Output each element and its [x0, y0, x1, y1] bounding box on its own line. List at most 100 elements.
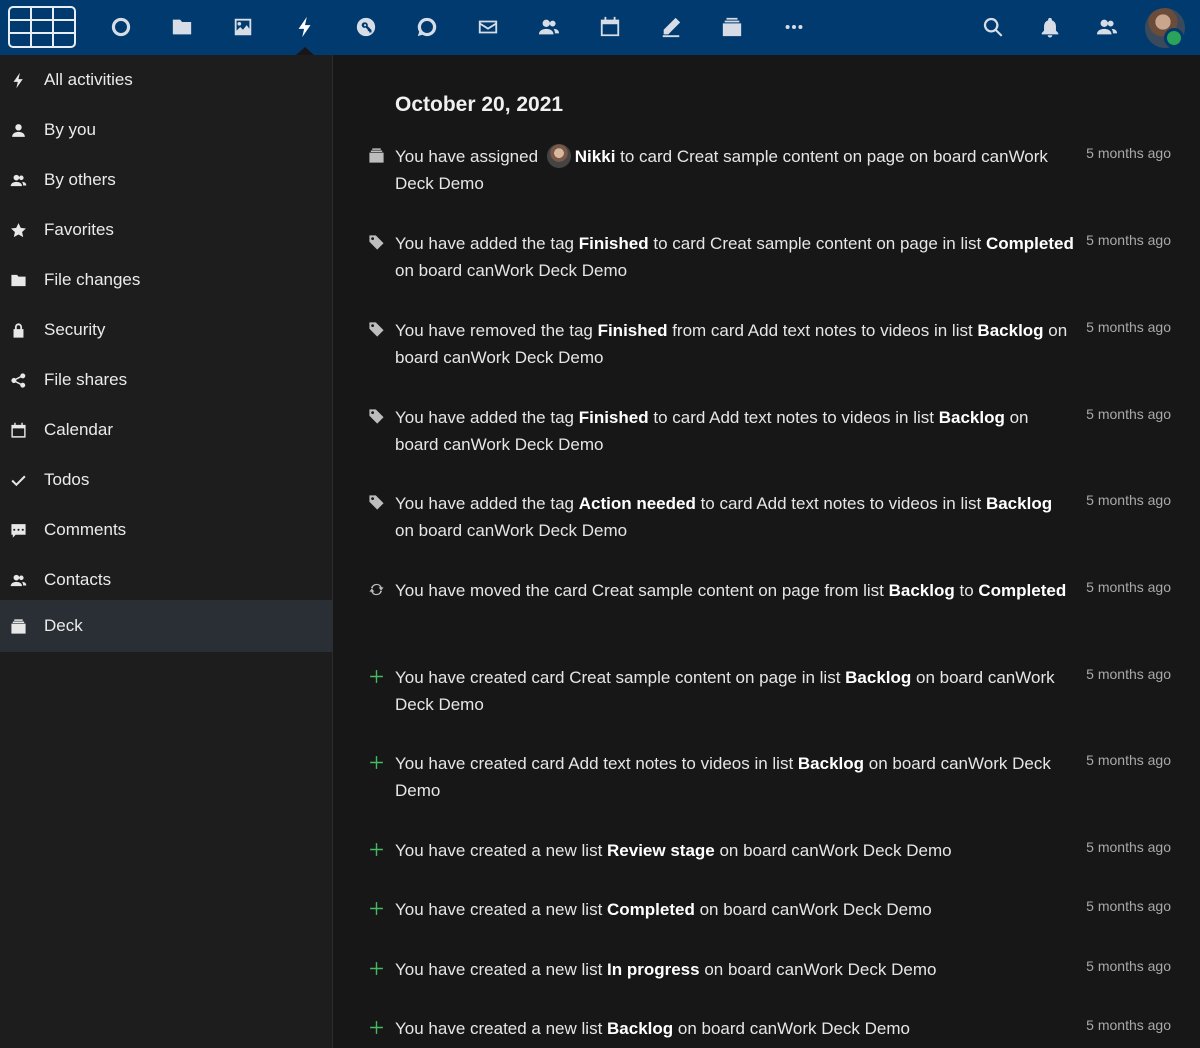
activity-highlight: Backlog	[888, 581, 955, 600]
deck-icon	[367, 146, 385, 164]
lock-icon	[9, 321, 27, 339]
sidebar-item-favorites[interactable]: Favorites	[0, 205, 333, 255]
activity-highlight: Finished	[597, 321, 668, 340]
more-apps-icon[interactable]	[777, 10, 811, 44]
notes-icon[interactable]	[654, 10, 688, 44]
activity-stream: October 20, 2021 You have assigned Nikki…	[334, 55, 1200, 1048]
tag-icon	[367, 233, 385, 251]
activity-text-run: You have created a new list	[395, 1019, 608, 1038]
dashboard-icon[interactable]	[104, 10, 138, 44]
activity-highlight: Nikki	[574, 147, 616, 166]
activity-highlight: Backlog	[845, 668, 912, 687]
header-bar	[0, 0, 1200, 55]
activity-icon[interactable]	[288, 10, 322, 44]
activity-text-run: You have removed the tag	[395, 321, 598, 340]
plus-icon	[367, 753, 385, 771]
tag-icon	[367, 320, 385, 338]
sidebar-item-calendar[interactable]: Calendar	[0, 405, 333, 455]
sidebar-item-todos[interactable]: Todos	[0, 455, 333, 505]
activity-text: You have removed the tag Finished from c…	[395, 317, 1075, 371]
notifications-bell-icon[interactable]	[1033, 10, 1067, 44]
active-app-marker	[296, 47, 314, 55]
activity-timestamp: 5 months ago	[1086, 319, 1171, 335]
online-status-indicator	[1164, 28, 1184, 48]
activity-timestamp: 5 months ago	[1086, 406, 1171, 422]
activity-text-run: on board canWork Deck Demo	[699, 960, 937, 979]
activity-text-run: You have created a new list	[395, 960, 608, 979]
lightning-icon	[9, 71, 27, 89]
activity-highlight: Completed	[607, 900, 695, 919]
sidebar-item-file-changes[interactable]: File changes	[0, 255, 333, 305]
activity-text-run: to card Creat sample content on page in …	[648, 234, 986, 253]
person-icon	[9, 121, 27, 139]
activity-highlight: Backlog	[977, 321, 1044, 340]
activity-highlight: Review stage	[607, 841, 715, 860]
date-heading: October 20, 2021	[395, 93, 564, 116]
sidebar-item-label: Todos	[44, 470, 90, 489]
user-mini-avatar[interactable]	[546, 144, 571, 168]
activity-text-run: to card Add text notes to videos in list	[695, 494, 986, 513]
plus-icon	[367, 899, 385, 917]
photos-icon[interactable]	[226, 10, 260, 44]
sidebar-item-by-you[interactable]: By you	[0, 105, 333, 155]
sidebar-item-label: Comments	[44, 520, 127, 539]
activity-timestamp: 5 months ago	[1086, 1017, 1171, 1033]
tag-icon	[367, 407, 385, 425]
activity-text-run: You have created card Creat sample conte…	[395, 668, 846, 687]
comment-icon	[9, 521, 27, 539]
plus-icon	[367, 959, 385, 977]
activity-text: You have created card Creat sample conte…	[395, 664, 1075, 718]
sidebar-item-file-shares[interactable]: File shares	[0, 355, 333, 405]
sidebar-item-contacts[interactable]: Contacts	[0, 555, 333, 605]
activity-highlight: In progress	[607, 960, 700, 979]
activity-text-run: on board canWork Deck Demo	[395, 521, 628, 540]
activity-highlight: Backlog	[938, 408, 1005, 427]
mail-icon[interactable]	[471, 10, 505, 44]
contacts-menu-icon[interactable]	[1090, 10, 1124, 44]
sidebar-item-label: Calendar	[44, 420, 113, 439]
sidebar-item-label: All activities	[44, 70, 133, 89]
folder-icon	[9, 271, 27, 289]
talk-icon[interactable]	[410, 10, 444, 44]
sidebar-item-label: Favorites	[44, 220, 114, 239]
activity-text-run: You have moved the card Creat sample con…	[395, 581, 889, 600]
activity-text-run: on board canWork Deck Demo	[395, 261, 628, 280]
passwords-icon[interactable]	[349, 10, 383, 44]
activity-timestamp: 5 months ago	[1086, 145, 1171, 161]
activity-highlight: Backlog	[985, 494, 1053, 513]
sidebar-item-label: File changes	[44, 270, 141, 289]
contacts-icon[interactable]	[532, 10, 566, 44]
activity-text: You have created a new list Review stage…	[395, 837, 1075, 864]
sidebar-item-comments[interactable]: Comments	[0, 505, 333, 555]
sidebar-item-label: Contacts	[44, 570, 112, 589]
deck-icon	[9, 617, 27, 635]
sidebar-item-label: By others	[44, 170, 116, 189]
activity-text-run: on board canWork Deck Demo	[673, 1019, 911, 1038]
plus-icon	[367, 1018, 385, 1036]
activity-text-run: You have created a new list	[395, 900, 608, 919]
activity-timestamp: 5 months ago	[1086, 839, 1171, 855]
activity-timestamp: 5 months ago	[1086, 958, 1171, 974]
activity-text: You have added the tag Finished to card …	[395, 230, 1075, 284]
sidebar-item-by-others[interactable]: By others	[0, 155, 333, 205]
activity-timestamp: 5 months ago	[1086, 898, 1171, 914]
calendar-icon[interactable]	[593, 10, 627, 44]
activity-text-run: You have created a new list	[395, 841, 608, 860]
calendar-icon	[9, 421, 27, 439]
activity-timestamp: 5 months ago	[1086, 232, 1171, 248]
activity-highlight: Finished	[578, 234, 649, 253]
activity-text: You have created a new list Backlog on b…	[395, 1015, 1075, 1042]
activity-text-run: You have added the tag	[395, 234, 579, 253]
activity-text: You have assigned Nikki to card Creat sa…	[395, 143, 1075, 197]
search-icon[interactable]	[976, 10, 1010, 44]
files-icon[interactable]	[165, 10, 199, 44]
activity-text-run: from card Add text notes to videos in li…	[667, 321, 978, 340]
activity-text-run: to card Add text notes to videos in list	[648, 408, 939, 427]
grid-logo-icon[interactable]	[8, 6, 76, 48]
deck-icon[interactable]	[715, 10, 749, 44]
sidebar-item-security[interactable]: Security	[0, 305, 333, 355]
plus-icon	[367, 840, 385, 858]
sidebar-item-all-activities[interactable]: All activities	[0, 55, 333, 105]
sidebar-item-deck[interactable]: Deck	[0, 600, 333, 652]
activity-highlight: Finished	[578, 408, 649, 427]
